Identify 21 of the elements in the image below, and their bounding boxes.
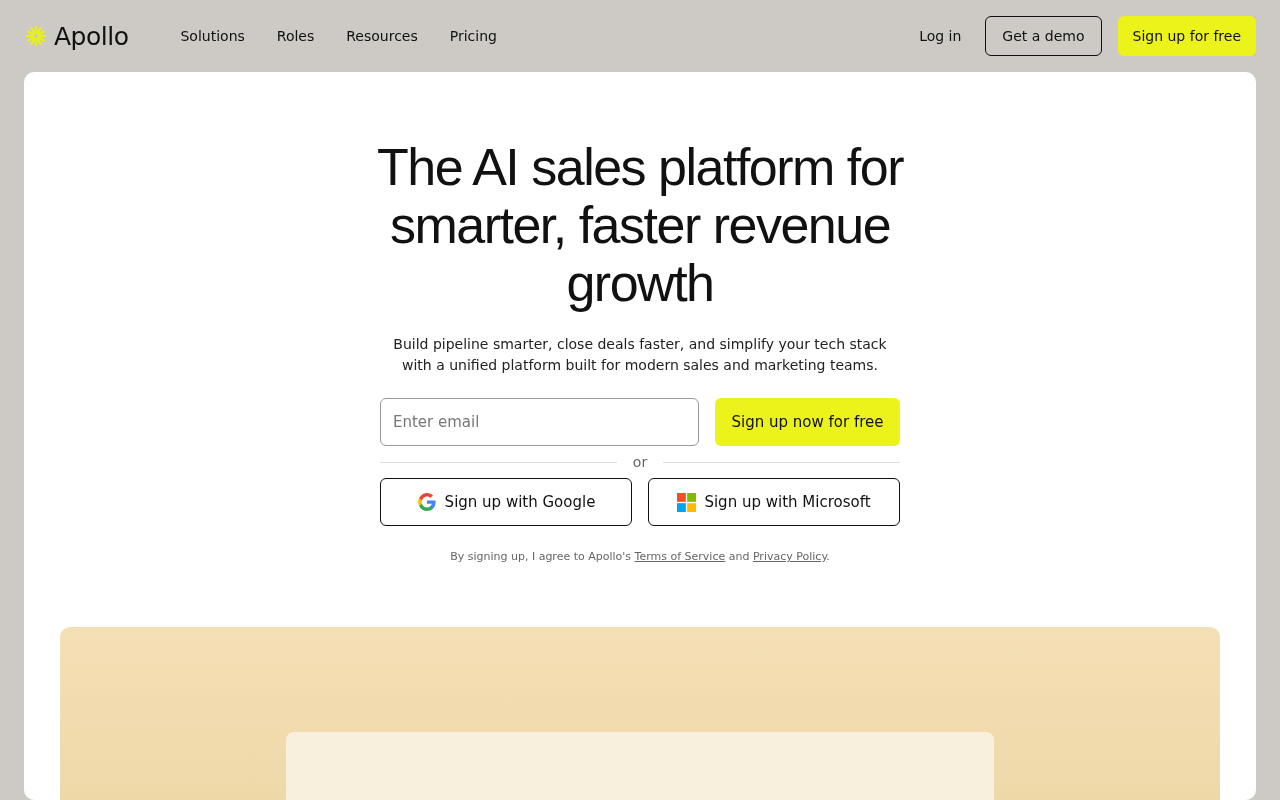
- four-squares-icon: [677, 492, 697, 512]
- sso-button[interactable]: Sign up with Google: [380, 478, 632, 526]
- nav-link[interactable]: Roles: [276, 28, 315, 44]
- email-field[interactable]: Enter email: [380, 398, 699, 446]
- sso-button[interactable]: Sign up with Microsoft: [648, 478, 900, 526]
- google-g-icon: [416, 492, 437, 512]
- sunburst-icon: [24, 24, 48, 48]
- signup-now-button[interactable]: Sign up now for free: [715, 398, 900, 446]
- terms-link[interactable]: Terms of Service: [634, 550, 726, 563]
- login-link[interactable]: Log in: [919, 28, 962, 44]
- nav-link[interactable]: Solutions: [180, 28, 245, 44]
- logo-text: Apollo: [54, 21, 129, 51]
- legal-notice: By signing up, I agree to Apollo's Terms of Service and Privacy Policy.: [449, 550, 831, 563]
- hero-title: The AI sales platform for smarter, faster revenue growth: [375, 138, 905, 312]
- nav-link[interactable]: Resources: [346, 28, 418, 44]
- hero-subtitle: Build pipeline smarter, close deals faster, and simplify your tech stack with a unified platform built for modern sales and marketing teams.: [392, 335, 888, 375]
- signup-button[interactable]: Sign up for free: [1117, 16, 1256, 56]
- nav-link[interactable]: Pricing: [449, 28, 497, 44]
- apollo-logo[interactable]: Apollo: [24, 21, 129, 51]
- get-demo-button[interactable]: Get a demo: [985, 16, 1102, 56]
- or-divider-text: or: [632, 454, 648, 470]
